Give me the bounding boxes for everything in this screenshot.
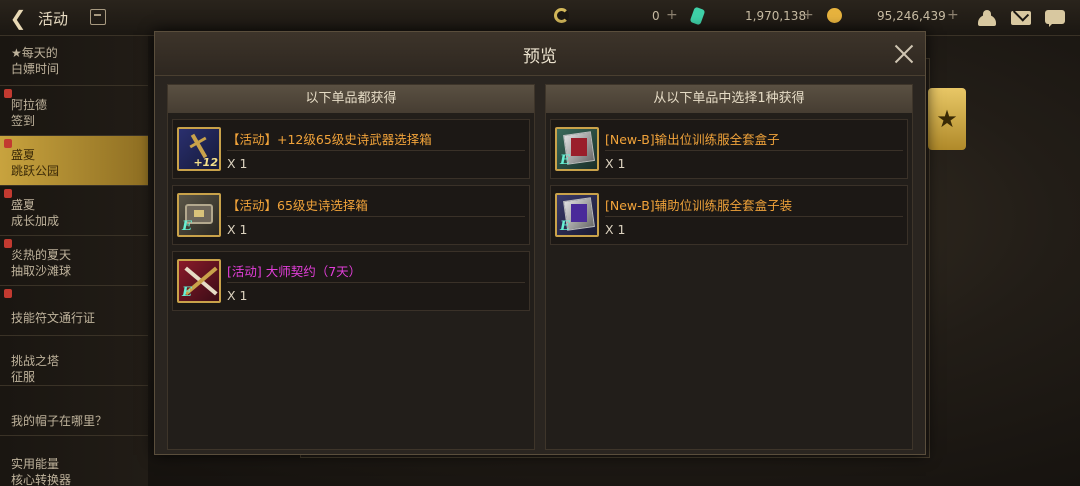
sidebar-item-beach-ball[interactable]: 炎热的夏天 抽取沙滩球	[0, 236, 148, 286]
modal-header: 预览	[155, 32, 925, 76]
sidebar-item-where-hat[interactable]: 我的帽子在哪里？	[0, 386, 148, 436]
sidebar-item-sublabel: 签到	[11, 114, 36, 128]
choice-item[interactable]: E [New-B]输出位训练服全套盒子 X 1	[550, 119, 908, 179]
modal-title: 预览	[523, 47, 557, 67]
gem-currency-value: 1,970,138	[745, 9, 807, 23]
choose-one-panel: 从以下单品中选择1种获得 E [New-B]输出位训练服全套盒子 X 1 E […	[545, 84, 913, 450]
sidebar-item-label: 盛夏	[11, 148, 36, 162]
calendar-icon[interactable]	[90, 9, 106, 25]
epic-grade-label: E	[182, 219, 192, 234]
sidebar-item-sublabel: 成长加成	[11, 214, 60, 228]
mail-icon[interactable]	[1010, 5, 1032, 27]
gold-currency-value: 95,246,439	[877, 9, 946, 23]
reward-item[interactable]: E 【活动】65级史诗选择箱 X 1	[172, 185, 530, 245]
sidebar-item-label: ★每天的	[11, 46, 58, 60]
item-name: 【活动】65级史诗选择箱	[227, 198, 368, 213]
item-name: [New-B]输出位训练服全套盒子	[605, 132, 780, 147]
reward-item[interactable]: +12 【活动】+12级65级史诗武器选择箱 X 1	[172, 119, 530, 179]
gold-currency-add-button[interactable]: +	[947, 7, 959, 23]
new-badge	[4, 289, 12, 298]
divider	[227, 150, 525, 151]
choice-item[interactable]: E [New-B]辅助位训练服全套盒子装 X 1	[550, 185, 908, 245]
sidebar-item-sublabel: 核心转换器	[11, 473, 72, 486]
moon-currency-value: 0	[652, 9, 660, 23]
sidebar-item-sublabel: 抽取沙滩球	[11, 264, 72, 278]
back-arrow-icon[interactable]: ❮	[6, 7, 30, 29]
divider	[227, 282, 525, 283]
sidebar-item-jump-park[interactable]: 盛夏 跳跃公园	[0, 136, 148, 186]
weapon-box-icon: +12	[177, 127, 221, 171]
sidebar-item-label: 实用能量	[11, 457, 60, 471]
epic-grade-label: E	[182, 285, 192, 300]
close-icon[interactable]	[892, 42, 916, 66]
item-quantity: X 1	[605, 156, 626, 171]
page-title: 活动	[38, 10, 69, 28]
shop-icon[interactable]	[976, 7, 998, 27]
moon-currency-icon	[554, 8, 569, 23]
sidebar-item-checkin[interactable]: 阿拉德 签到	[0, 86, 148, 136]
epic-grade-label: E	[560, 219, 570, 234]
reward-item[interactable]: E [活动] 大师契约（7天） X 1	[172, 251, 530, 311]
sidebar-item-label: 我的帽子在哪里？	[11, 414, 108, 428]
sidebar-item-growth-bonus[interactable]: 盛夏 成长加成	[0, 186, 148, 236]
item-name: 【活动】+12级65级史诗武器选择箱	[227, 132, 432, 147]
gold-coin-icon	[827, 8, 842, 23]
sidebar-item-energy-converter[interactable]: 实用能量 核心转换器	[0, 436, 148, 486]
dps-outfit-box-icon: E	[555, 127, 599, 171]
sidebar-item-sublabel: 白嫖时间	[11, 62, 60, 76]
gem-currency-add-button[interactable]: +	[802, 7, 814, 23]
panel-header: 从以下单品中选择1种获得	[546, 85, 912, 113]
sidebar-item-sublabel: 跳跃公园	[11, 164, 60, 178]
item-quantity: X 1	[605, 222, 626, 237]
item-quantity: X 1	[227, 156, 248, 171]
all-rewards-panel: 以下单品都获得 +12 【活动】+12级65级史诗武器选择箱 X 1 E 【活动…	[167, 84, 535, 450]
moon-currency-add-button[interactable]: +	[666, 7, 678, 23]
sidebar-item-label: 盛夏	[11, 198, 36, 212]
item-name: [New-B]辅助位训练服全套盒子装	[605, 198, 793, 213]
item-quantity: X 1	[227, 288, 248, 303]
support-outfit-box-icon: E	[555, 193, 599, 237]
divider	[605, 216, 903, 217]
master-contract-icon: E	[177, 259, 221, 303]
item-name: [活动] 大师契约（7天）	[227, 264, 362, 279]
panel-header: 以下单品都获得	[168, 85, 534, 113]
sidebar-item-sublabel: 征服	[11, 370, 36, 384]
divider	[605, 150, 903, 151]
sidebar-item-skill-rune-pass[interactable]: 技能符文通行证	[0, 286, 148, 336]
sidebar-item-label: 阿拉德	[11, 98, 48, 112]
sidebar-item-tower[interactable]: 挑战之塔 征服	[0, 336, 148, 386]
item-quantity: X 1	[227, 222, 248, 237]
epic-chest-icon: E	[177, 193, 221, 237]
sidebar-item-label: 炎热的夏天	[11, 248, 72, 262]
sidebar-item-daily[interactable]: ★每天的 白嫖时间	[0, 36, 148, 86]
gem-currency-icon	[689, 6, 706, 26]
divider	[227, 216, 525, 217]
chat-icon[interactable]	[1044, 7, 1066, 27]
event-sidebar: ★每天的 白嫖时间 阿拉德 签到 盛夏 跳跃公园 盛夏 成长加成 炎热的夏天 抽…	[0, 36, 148, 486]
star-icon[interactable]: ★	[928, 88, 966, 150]
enhance-level-label: +12	[193, 156, 218, 169]
sidebar-item-label: 技能符文通行证	[11, 311, 96, 325]
preview-modal: 预览 以下单品都获得 +12 【活动】+12级65级史诗武器选择箱 X 1 E …	[154, 31, 926, 455]
sidebar-item-label: 挑战之塔	[11, 354, 60, 368]
epic-grade-label: E	[560, 153, 570, 168]
